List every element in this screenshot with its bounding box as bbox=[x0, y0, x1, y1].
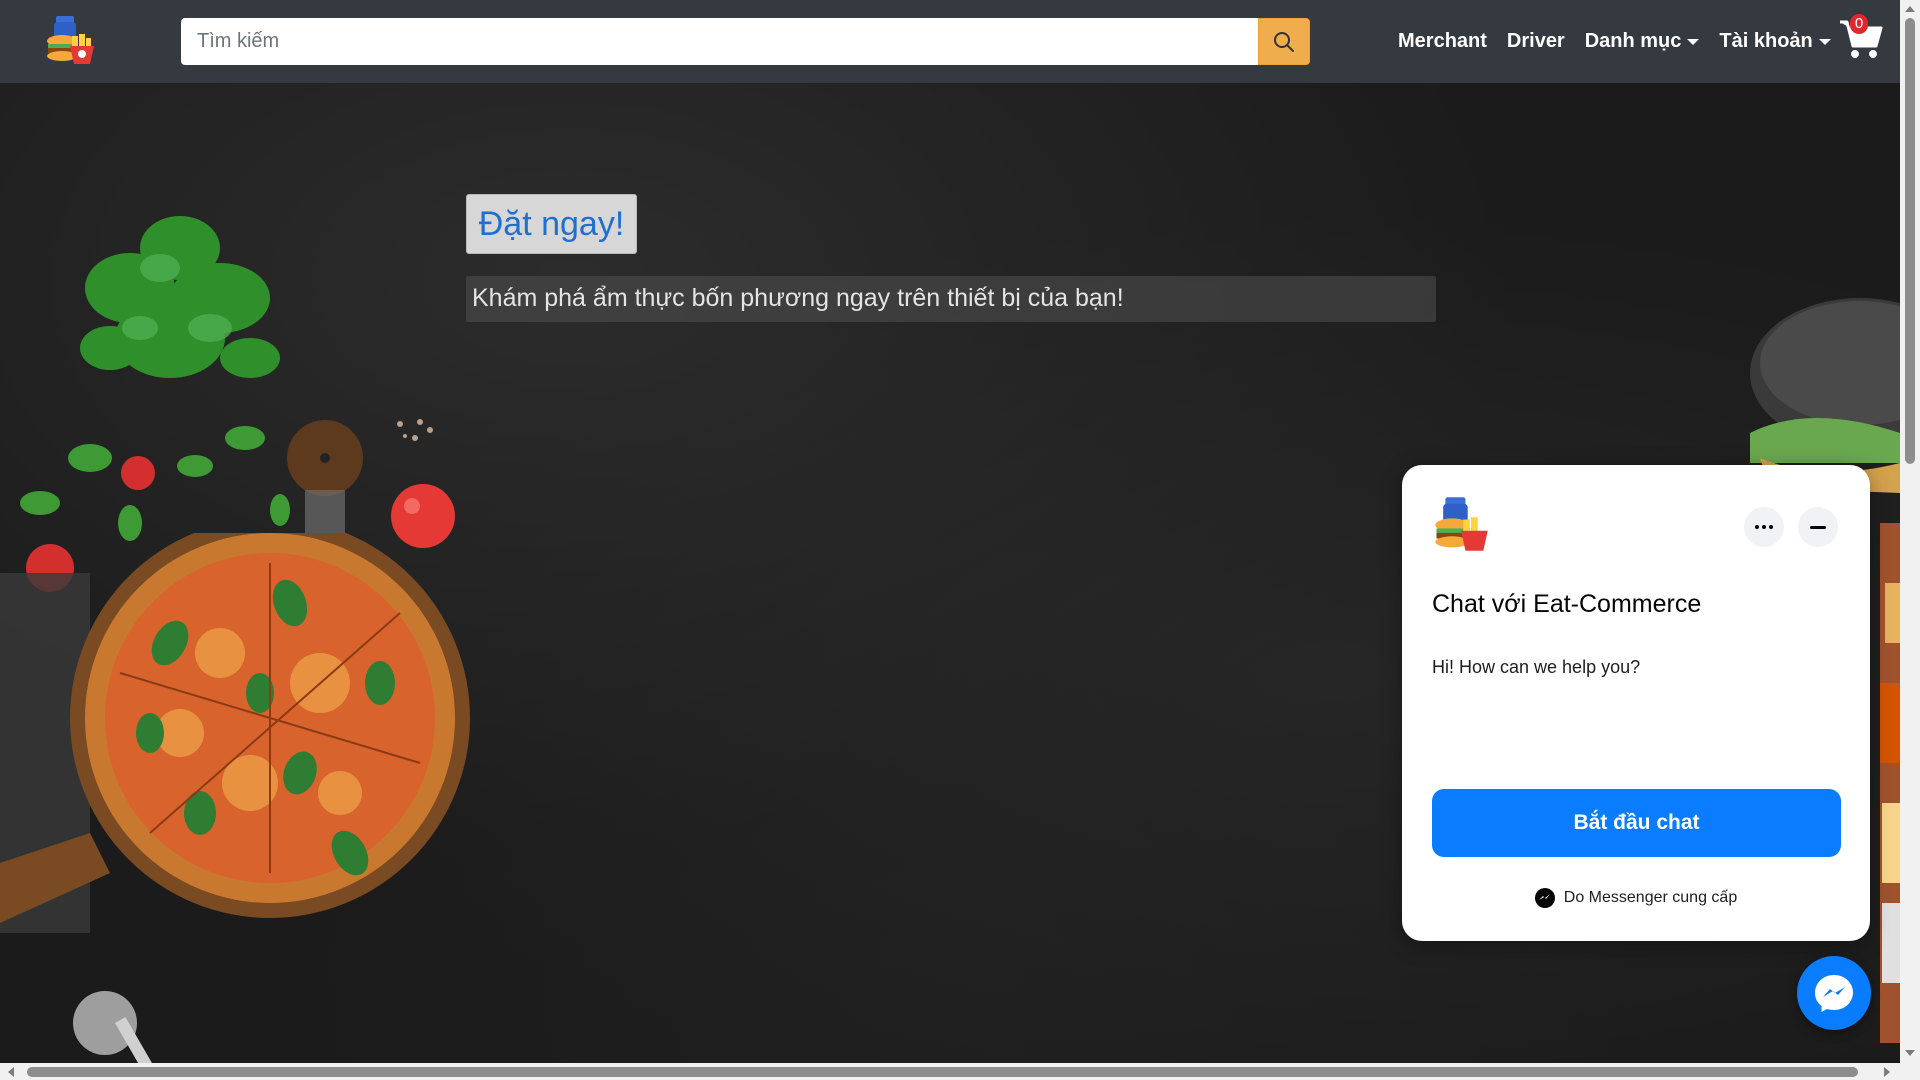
search-input[interactable] bbox=[181, 18, 1258, 65]
chat-logo-icon bbox=[1435, 497, 1488, 551]
messenger-icon bbox=[1534, 888, 1555, 908]
vertical-scrollbar[interactable] bbox=[1900, 0, 1920, 1063]
chevron-down-icon bbox=[1818, 38, 1831, 45]
more-dots-icon bbox=[1755, 525, 1773, 529]
scroll-down-icon[interactable] bbox=[1905, 1050, 1915, 1056]
top-navbar: Merchant Driver Danh mục Tài khoản 0 bbox=[0, 0, 1900, 83]
chat-title: Chat với Eat-Commerce bbox=[1432, 590, 1702, 618]
basil-image bbox=[80, 216, 280, 378]
food-logo-icon[interactable] bbox=[44, 14, 96, 66]
messenger-chat-panel: Chat với Eat-Commerce Hi! How can we hel… bbox=[1402, 465, 1870, 941]
nav-category-dropdown[interactable]: Danh mục bbox=[1585, 30, 1700, 53]
scroll-left-icon[interactable] bbox=[8, 1067, 14, 1077]
chat-more-options-button[interactable] bbox=[1744, 507, 1784, 547]
pizza-image bbox=[0, 533, 470, 1063]
nav-merchant-link[interactable]: Merchant bbox=[1398, 30, 1487, 53]
chevron-down-icon bbox=[1687, 38, 1700, 45]
powered-by-label: Do Messenger cung cấp bbox=[1563, 889, 1738, 906]
nav-account-label: Tài khoản bbox=[1719, 30, 1813, 52]
nav-category-label: Danh mục bbox=[1584, 30, 1682, 52]
horizontal-scrollbar[interactable] bbox=[0, 1063, 1900, 1080]
nav-driver-link[interactable]: Driver bbox=[1507, 30, 1565, 53]
nav-account-dropdown[interactable]: Tài khoản bbox=[1719, 30, 1831, 53]
order-now-button[interactable]: Đặt ngay! bbox=[466, 194, 637, 254]
chat-minimize-button[interactable] bbox=[1798, 507, 1838, 547]
scroll-right-icon[interactable] bbox=[1884, 1067, 1890, 1077]
cart-count-badge: 0 bbox=[1850, 14, 1868, 34]
messenger-launcher-button[interactable] bbox=[1797, 956, 1871, 1030]
messenger-icon bbox=[1815, 975, 1853, 1012]
vertical-scroll-thumb[interactable] bbox=[1905, 18, 1915, 464]
search-icon bbox=[1274, 31, 1294, 52]
horizontal-scroll-thumb[interactable] bbox=[27, 1067, 1858, 1077]
hero-subtitle: Khám phá ẩm thực bốn phương ngay trên th… bbox=[466, 276, 1436, 322]
start-chat-button[interactable]: Bắt đầu chat bbox=[1432, 789, 1841, 857]
nav-links: Merchant Driver Danh mục Tài khoản bbox=[1398, 0, 1851, 83]
search-button[interactable] bbox=[1258, 18, 1310, 65]
search-bar bbox=[181, 18, 1310, 65]
powered-by-messenger[interactable]: Do Messenger cung cấp bbox=[1402, 888, 1870, 908]
minimize-icon bbox=[1810, 525, 1826, 529]
chat-greeting: Hi! How can we help you? bbox=[1432, 657, 1641, 677]
scroll-up-icon[interactable] bbox=[1905, 6, 1915, 12]
